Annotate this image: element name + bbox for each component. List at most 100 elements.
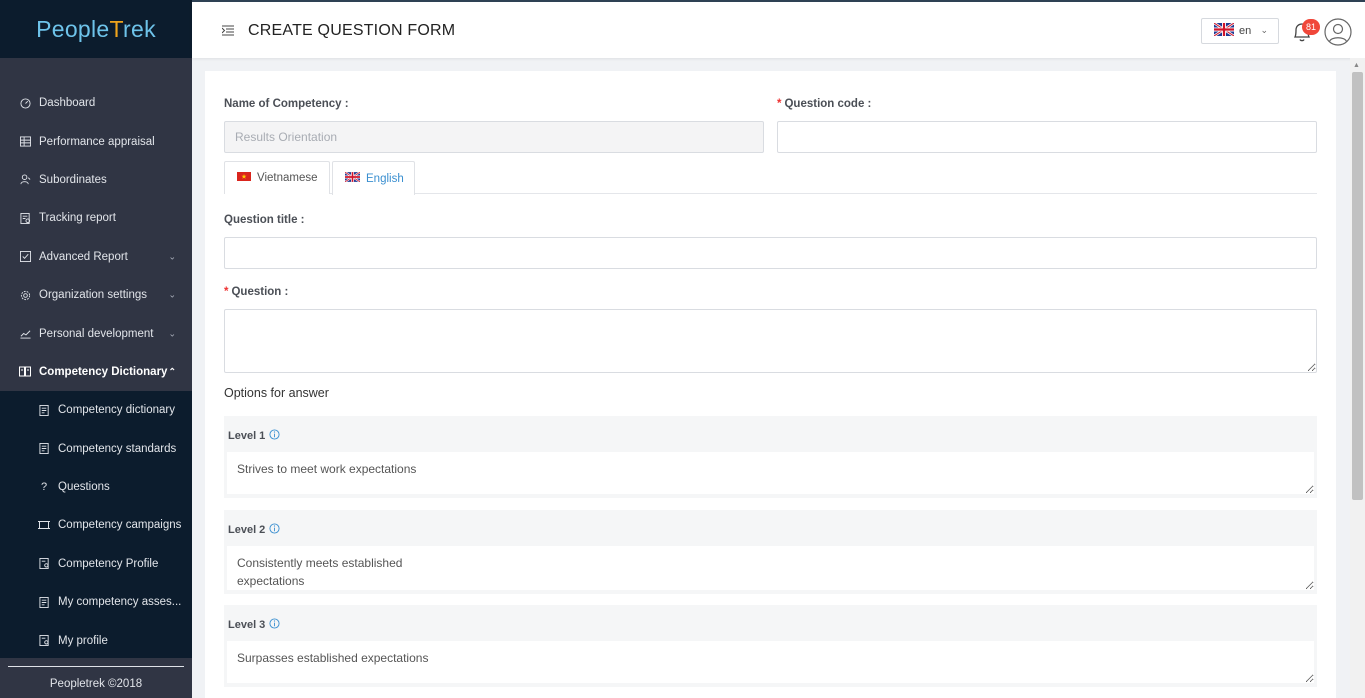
sidebar-item-organization-settings[interactable]: Organization settings ⌄ bbox=[0, 276, 192, 314]
level-label-text: Level 1 bbox=[228, 430, 266, 442]
page-scrollbar[interactable]: ▲ bbox=[1350, 58, 1365, 698]
question-icon: ? bbox=[40, 481, 48, 494]
sidebar-item-performance-appraisal[interactable]: Performance appraisal bbox=[0, 122, 192, 160]
level-1-box: Level 1 Strives to meet work expectation… bbox=[224, 416, 1317, 498]
chevron-down-icon: ⌄ bbox=[168, 328, 176, 339]
menu-toggle-icon[interactable] bbox=[221, 24, 234, 36]
question-label-text: Question : bbox=[231, 286, 289, 298]
copyright: Peopletrek ©2018 bbox=[49, 678, 143, 690]
required-asterisk: * bbox=[777, 98, 782, 110]
profile-doc-icon bbox=[38, 635, 50, 647]
sidebar-item-label: Organization settings bbox=[39, 289, 148, 302]
level-3-box: Level 3 Surpasses established expectatio… bbox=[224, 605, 1317, 687]
sidebar-subitem-label: Competency dictionary bbox=[58, 404, 175, 417]
language-select[interactable]: en ⌄ bbox=[1201, 18, 1279, 44]
checkbox-icon bbox=[19, 251, 31, 263]
sidebar-item-label: Advanced Report bbox=[39, 250, 128, 263]
tab-label: English bbox=[366, 172, 404, 185]
chevron-down-icon: ⌄ bbox=[168, 251, 176, 262]
level-label-text: Level 3 bbox=[228, 619, 266, 631]
sidebar: PeopleTrek Dashboard Performance apprais… bbox=[0, 0, 192, 698]
sidebar-item-competency-dictionary[interactable]: Competency Dictionary ⌃ bbox=[0, 353, 192, 391]
logo-text-1: People bbox=[36, 15, 110, 42]
level-2-label: Level 2 bbox=[228, 523, 280, 537]
question-title-label: Question title : bbox=[224, 214, 305, 226]
info-icon[interactable] bbox=[269, 618, 280, 632]
info-icon[interactable] bbox=[269, 429, 280, 443]
book-icon bbox=[19, 366, 31, 378]
sidebar-subitem-competency-campaigns[interactable]: Competency campaigns bbox=[0, 506, 192, 544]
logo-cross: T bbox=[109, 15, 124, 42]
top-header: CREATE QUESTION FORM en ⌄ 81 bbox=[192, 0, 1365, 58]
sidebar-item-label: Performance appraisal bbox=[39, 135, 155, 148]
sidebar-item-label: Competency Dictionary bbox=[39, 365, 168, 378]
dashboard-icon bbox=[19, 97, 31, 109]
scroll-thumb[interactable] bbox=[1352, 72, 1363, 500]
question-textarea[interactable] bbox=[224, 309, 1317, 373]
info-icon[interactable] bbox=[269, 523, 280, 537]
sidebar-item-label: Dashboard bbox=[39, 97, 96, 110]
chevron-up-icon: ⌃ bbox=[168, 366, 176, 377]
level-label-text: Level 2 bbox=[228, 524, 266, 536]
question-code-input[interactable] bbox=[777, 121, 1317, 153]
level-3-textarea[interactable]: Surpasses established expectations bbox=[227, 641, 1314, 683]
sidebar-subitem-questions[interactable]: ? Questions bbox=[0, 468, 192, 506]
sidebar-item-advanced-report[interactable]: Advanced Report ⌄ bbox=[0, 238, 192, 276]
sidebar-subitem-label: Questions bbox=[58, 481, 110, 494]
sidebar-footer: Peopletrek ©2018 bbox=[0, 658, 192, 698]
question-label: * Question : bbox=[224, 286, 288, 298]
sidebar-subitem-label: Competency standards bbox=[58, 442, 177, 455]
sidebar-subitem-label: My competency asses... bbox=[58, 596, 182, 609]
document-icon bbox=[38, 443, 50, 455]
gear-icon bbox=[19, 289, 31, 301]
uk-flag-icon bbox=[1213, 21, 1235, 39]
competency-submenu: Competency dictionary Competency standar… bbox=[0, 391, 192, 660]
tab-english[interactable]: English bbox=[332, 161, 415, 195]
sidebar-subitem-competency-dictionary[interactable]: Competency dictionary bbox=[0, 391, 192, 429]
logo-box: PeopleTrek bbox=[0, 0, 192, 58]
tab-vietnamese[interactable]: Vietnamese bbox=[224, 161, 330, 194]
sidebar-item-label: Subordinates bbox=[39, 173, 107, 186]
sidebar-subitem-label: Competency campaigns bbox=[58, 519, 182, 532]
competency-input bbox=[224, 121, 764, 153]
question-title-input[interactable] bbox=[224, 237, 1317, 269]
level-2-box: Level 2 Consistently meets established e… bbox=[224, 510, 1317, 594]
profile-doc-icon bbox=[38, 558, 50, 570]
logo[interactable]: PeopleTrek bbox=[36, 16, 156, 43]
sidebar-subitem-competency-profile[interactable]: Competency Profile bbox=[0, 545, 192, 583]
chevron-down-icon: ⌄ bbox=[168, 289, 176, 300]
level-2-textarea[interactable]: Consistently meets established expectati… bbox=[227, 546, 1314, 590]
sidebar-item-label: Personal development bbox=[39, 327, 154, 340]
question-code-label-text: Question code : bbox=[784, 98, 872, 110]
level-1-textarea[interactable]: Strives to meet work expectations bbox=[227, 452, 1314, 494]
logo-text-2: rek bbox=[123, 15, 156, 42]
sidebar-item-dashboard[interactable]: Dashboard bbox=[0, 84, 192, 122]
sidebar-item-label: Tracking report bbox=[39, 212, 116, 225]
page-title: CREATE QUESTION FORM bbox=[248, 22, 456, 39]
required-asterisk: * bbox=[224, 286, 229, 298]
competency-label: Name of Competency : bbox=[224, 98, 349, 110]
sidebar-subitem-my-competency-assessment[interactable]: My competency asses... bbox=[0, 583, 192, 621]
user-avatar-icon[interactable] bbox=[1324, 18, 1352, 46]
sidebar-subitem-my-profile[interactable]: My profile bbox=[0, 621, 192, 659]
level-3-label: Level 3 bbox=[228, 618, 280, 632]
language-value: en bbox=[1239, 25, 1252, 37]
sidebar-item-personal-development[interactable]: Personal development ⌄ bbox=[0, 314, 192, 352]
sidebar-item-subordinates[interactable]: Subordinates bbox=[0, 161, 192, 199]
document-icon bbox=[38, 404, 50, 416]
sidebar-subitem-competency-standards[interactable]: Competency standards bbox=[0, 430, 192, 468]
chevron-down-icon: ⌄ bbox=[1260, 25, 1268, 35]
chart-line-icon bbox=[19, 328, 31, 340]
question-code-label: * Question code : bbox=[777, 98, 871, 110]
sidebar-subitem-label: My profile bbox=[58, 634, 108, 647]
table-icon bbox=[19, 136, 31, 148]
vn-flag-icon bbox=[237, 172, 251, 184]
language-tabs: Vietnamese English bbox=[224, 161, 1317, 195]
uk-flag-icon bbox=[344, 171, 361, 185]
scroll-up-arrow-icon[interactable]: ▲ bbox=[1353, 62, 1360, 69]
notification-badge: 81 bbox=[1302, 19, 1320, 35]
users-icon bbox=[19, 174, 31, 186]
sidebar-item-tracking-report[interactable]: Tracking report bbox=[0, 199, 192, 237]
document-icon bbox=[38, 596, 50, 608]
level-1-label: Level 1 bbox=[228, 429, 280, 443]
